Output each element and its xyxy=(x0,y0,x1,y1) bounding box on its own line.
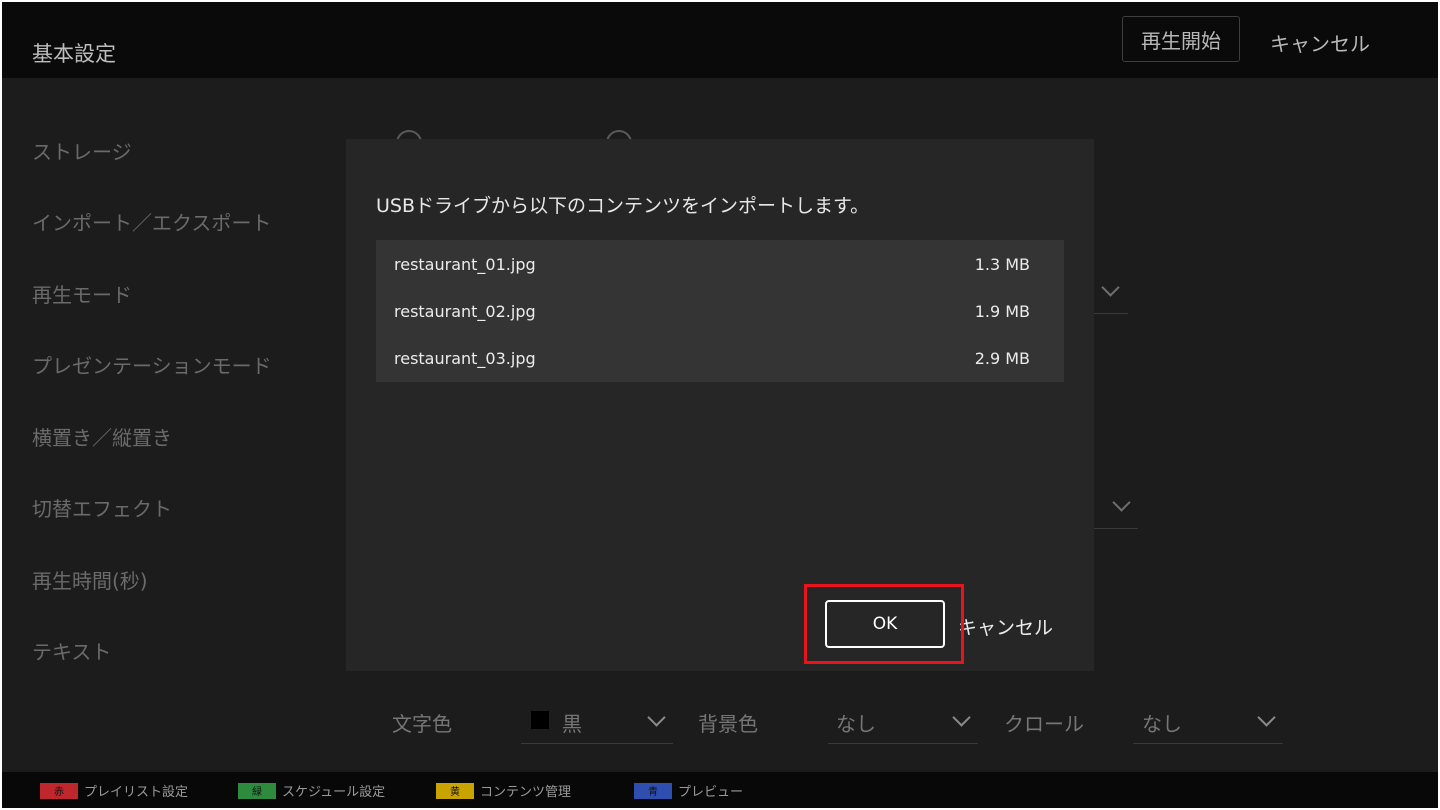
presentation-mode-label: プレゼンテーションモード xyxy=(32,354,272,378)
import-dialog: USBドライブから以下のコンテンツをインポートします。 restaurant_0… xyxy=(346,139,1094,671)
background-color-value[interactable]: なし xyxy=(836,708,876,737)
transition-effect-label: 切替エフェクト xyxy=(32,497,172,521)
background-color-underline xyxy=(828,743,978,744)
file-row: restaurant_03.jpg 2.9 MB xyxy=(376,334,1064,381)
dialog-cancel-button[interactable]: キャンセル xyxy=(958,613,1053,640)
color-key-label: スケジュール設定 xyxy=(282,785,386,800)
playback-mode-underline xyxy=(1094,313,1128,314)
playback-mode-label: 再生モード xyxy=(32,283,132,307)
font-color-underline xyxy=(521,743,673,744)
page-title: 基本設定 xyxy=(32,42,116,66)
storage-label: ストレージ xyxy=(32,140,132,164)
orientation-label: 横置き／縦置き xyxy=(32,426,172,450)
font-color-chevron-down-icon[interactable] xyxy=(647,708,666,727)
file-row: restaurant_01.jpg 1.3 MB xyxy=(376,240,1064,287)
color-key-badge: 青 xyxy=(634,782,672,799)
file-list: restaurant_01.jpg 1.3 MB restaurant_02.jpg… xyxy=(376,240,1064,382)
settings-screen: 基本設定 再生開始 キャンセル ストレージ インポート／エクスポート 再生モード… xyxy=(2,2,1438,808)
file-size: 1.3 MB xyxy=(974,255,1030,274)
dialog-message: USBドライブから以下のコンテンツをインポートします。 xyxy=(376,195,870,217)
playback-duration-label: 再生時間(秒) xyxy=(32,569,148,593)
color-key-badge: 緑 xyxy=(238,782,276,799)
scroll-chevron-down-icon[interactable] xyxy=(1257,708,1276,727)
footer-yellow-content-management[interactable]: 黄コンテンツ管理 xyxy=(436,781,571,800)
color-key-footer: 赤プレイリスト設定 緑スケジュール設定 黄コンテンツ管理 青プレビュー xyxy=(2,772,1438,808)
file-size: 1.9 MB xyxy=(974,302,1030,321)
file-name: restaurant_02.jpg xyxy=(394,302,536,321)
top-bar: 基本設定 再生開始 キャンセル xyxy=(2,2,1438,78)
file-row: restaurant_02.jpg 1.9 MB xyxy=(376,287,1064,334)
color-key-badge: 黄 xyxy=(436,782,474,799)
scroll-value[interactable]: なし xyxy=(1142,708,1182,737)
start-playback-button[interactable]: 再生開始 xyxy=(1122,16,1240,62)
import-export-label: インポート／エクスポート xyxy=(32,211,272,235)
file-name: restaurant_03.jpg xyxy=(394,349,536,368)
color-key-label: プレビュー xyxy=(678,785,744,800)
color-key-badge: 赤 xyxy=(40,782,78,799)
background-color-label: 背景色 xyxy=(698,712,758,736)
font-color-label: 文字色 xyxy=(392,712,452,736)
background-color-chevron-down-icon[interactable] xyxy=(952,708,971,727)
transition-effect-underline xyxy=(1094,528,1138,529)
color-key-label: プレイリスト設定 xyxy=(84,785,189,800)
file-size: 2.9 MB xyxy=(974,349,1030,368)
font-color-swatch xyxy=(531,711,549,729)
header-cancel-button[interactable]: キャンセル xyxy=(1270,28,1370,57)
color-key-label: コンテンツ管理 xyxy=(480,785,572,800)
scroll-label: クロール xyxy=(1004,712,1084,736)
file-name: restaurant_01.jpg xyxy=(394,255,536,274)
font-color-value[interactable]: 黒 xyxy=(562,708,582,737)
ok-button-highlight-box xyxy=(804,584,964,664)
footer-blue-preview[interactable]: 青プレビュー xyxy=(634,781,743,800)
footer-green-schedule-settings[interactable]: 緑スケジュール設定 xyxy=(238,781,385,800)
text-label: テキスト xyxy=(32,640,112,664)
scroll-underline xyxy=(1133,743,1283,744)
footer-red-playlist-settings[interactable]: 赤プレイリスト設定 xyxy=(40,781,188,800)
playback-mode-chevron-down-icon[interactable] xyxy=(1101,278,1120,297)
transition-effect-chevron-down-icon[interactable] xyxy=(1112,493,1131,512)
